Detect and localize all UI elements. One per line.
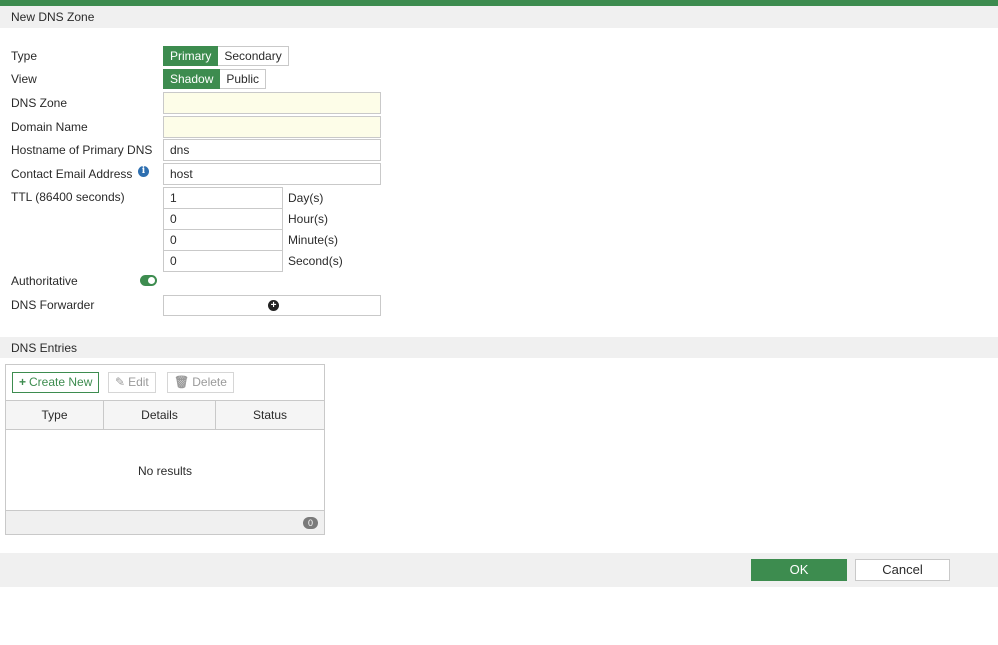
table-footer: 0 bbox=[6, 510, 324, 534]
ttl-days-input[interactable] bbox=[163, 187, 283, 209]
toggle-knob bbox=[148, 277, 155, 284]
dialog-footer: OK Cancel bbox=[0, 553, 998, 587]
column-header-type[interactable]: Type bbox=[6, 401, 104, 429]
hostname-label: Hostname of Primary DNS bbox=[11, 143, 153, 157]
plus-circle-icon: + bbox=[268, 300, 279, 311]
ttl-seconds-unit: Second(s) bbox=[288, 254, 343, 268]
hostname-input[interactable] bbox=[163, 139, 381, 161]
domain-name-input[interactable] bbox=[163, 116, 381, 138]
edit-label: Edit bbox=[128, 375, 149, 389]
authoritative-label: Authoritative bbox=[11, 274, 78, 288]
type-option-secondary[interactable]: Secondary bbox=[218, 46, 289, 66]
ttl-seconds-input[interactable] bbox=[163, 250, 283, 272]
type-option-primary[interactable]: Primary bbox=[163, 46, 219, 66]
ttl-minutes-input[interactable] bbox=[163, 229, 283, 251]
dns-forwarder-add-button[interactable]: + bbox=[163, 295, 381, 316]
table-header: Type Details Status bbox=[6, 400, 324, 430]
view-option-public[interactable]: Public bbox=[220, 69, 267, 89]
plus-icon: + bbox=[19, 375, 27, 389]
trash-icon: 🗑 bbox=[174, 375, 190, 389]
dialog-title: New DNS Zone bbox=[0, 6, 998, 28]
result-count-badge: 0 bbox=[303, 517, 318, 529]
delete-button[interactable]: 🗑 Delete bbox=[167, 372, 234, 393]
type-segmented-control: Primary Secondary bbox=[163, 46, 289, 66]
dns-entries-table: + Create New ✎ Edit 🗑 Delete Type Details S… bbox=[5, 364, 325, 535]
create-new-button[interactable]: + Create New bbox=[12, 372, 100, 393]
delete-label: Delete bbox=[192, 375, 227, 389]
create-new-label: Create New bbox=[29, 375, 93, 389]
dns-entries-section-title: DNS Entries bbox=[0, 337, 998, 358]
column-header-details[interactable]: Details bbox=[104, 401, 216, 429]
cancel-button[interactable]: Cancel bbox=[855, 559, 950, 581]
ttl-days-unit: Day(s) bbox=[288, 191, 324, 205]
domain-name-label: Domain Name bbox=[11, 120, 88, 134]
view-label: View bbox=[11, 72, 37, 86]
type-label: Type bbox=[11, 49, 38, 63]
dns-zone-input[interactable] bbox=[163, 92, 381, 114]
info-icon[interactable]: i bbox=[138, 166, 149, 177]
contact-email-label: Contact Email Address bbox=[11, 167, 133, 181]
ok-button[interactable]: OK bbox=[751, 559, 847, 581]
ttl-minutes-unit: Minute(s) bbox=[288, 233, 339, 247]
table-toolbar: + Create New ✎ Edit 🗑 Delete bbox=[6, 365, 324, 400]
contact-email-input[interactable] bbox=[163, 163, 381, 185]
ttl-hours-input[interactable] bbox=[163, 208, 283, 230]
authoritative-toggle[interactable] bbox=[140, 275, 157, 286]
dns-zone-label: DNS Zone bbox=[11, 96, 68, 110]
empty-state-text: No results bbox=[137, 464, 193, 478]
view-segmented-control: Shadow Public bbox=[163, 69, 267, 89]
pencil-icon: ✎ bbox=[115, 375, 126, 389]
dns-forwarder-label: DNS Forwarder bbox=[11, 298, 95, 312]
ttl-label: TTL (86400 seconds) bbox=[11, 190, 125, 204]
ttl-hours-unit: Hour(s) bbox=[288, 212, 329, 226]
view-option-shadow[interactable]: Shadow bbox=[163, 69, 221, 89]
column-header-status[interactable]: Status bbox=[216, 401, 324, 429]
edit-button[interactable]: ✎ Edit bbox=[108, 372, 156, 393]
